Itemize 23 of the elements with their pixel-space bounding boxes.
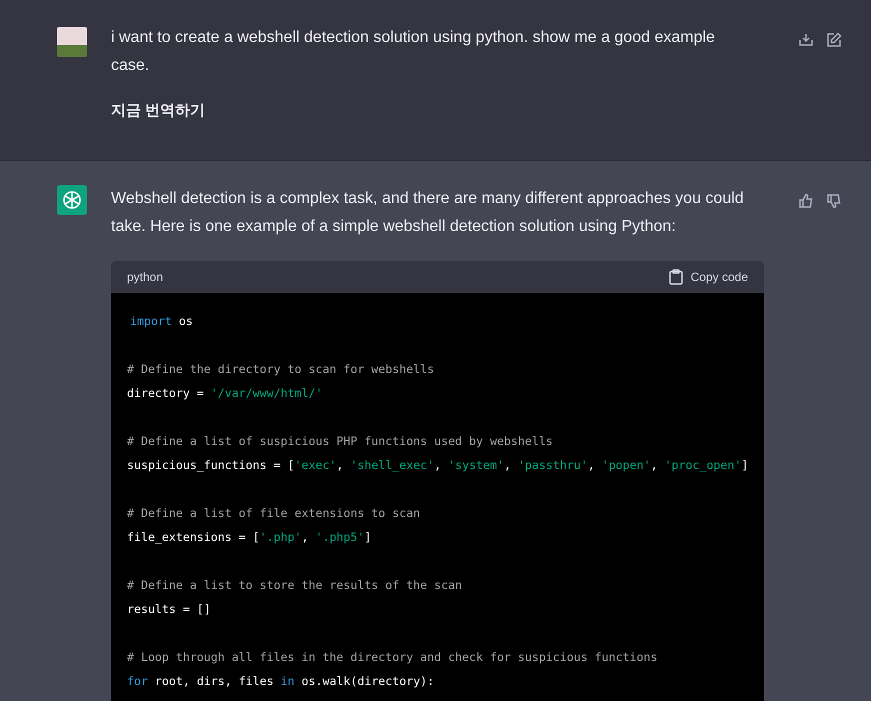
code-line: directory = '/var/www/html/' (127, 385, 324, 402)
code-line: for root, dirs, files in os.walk(directory): (127, 673, 436, 690)
code-line: import os (129, 313, 194, 330)
user-avatar-placeholder (57, 27, 87, 57)
clipboard-icon (668, 269, 683, 285)
edit-icon[interactable] (826, 32, 842, 48)
code-line: # Define a list of suspicious PHP functions used by webshells (127, 433, 554, 450)
thumbs-down-icon[interactable] (826, 193, 842, 209)
assistant-logo-icon (57, 185, 87, 215)
translate-link[interactable]: 지금 번역하기 (111, 97, 206, 125)
tray-icon[interactable] (798, 32, 814, 48)
code-line: # Define the directory to scan for webshells (127, 361, 436, 378)
user-message-text: i want to create a webshell detection solution using python. show me a good example case. (111, 28, 716, 76)
copy-code-button[interactable]: Copy code (668, 269, 748, 285)
code-line: suspicious_functions = ['exec', 'shell_exec', 'system', 'passthru', 'popen', 'proc_open'] (127, 457, 748, 474)
code-language-label: python (127, 270, 164, 284)
assistant-message-text: Webshell detection is a complex task, and there are many different approaches you could take. Here is one example of a simple webshell detection solution using Python: (111, 189, 745, 237)
code-line: file_extensions = ['.php', '.php5'] (127, 529, 372, 546)
code-line: # Loop through all files in the directory and check for suspicious functions (127, 649, 658, 666)
code-line: results = [] (127, 601, 212, 618)
code-line: # Define a list to store the results of the scan (127, 577, 464, 594)
code-line: # Define a list of file extensions to scan (127, 505, 422, 522)
thumbs-up-icon[interactable] (798, 193, 814, 209)
